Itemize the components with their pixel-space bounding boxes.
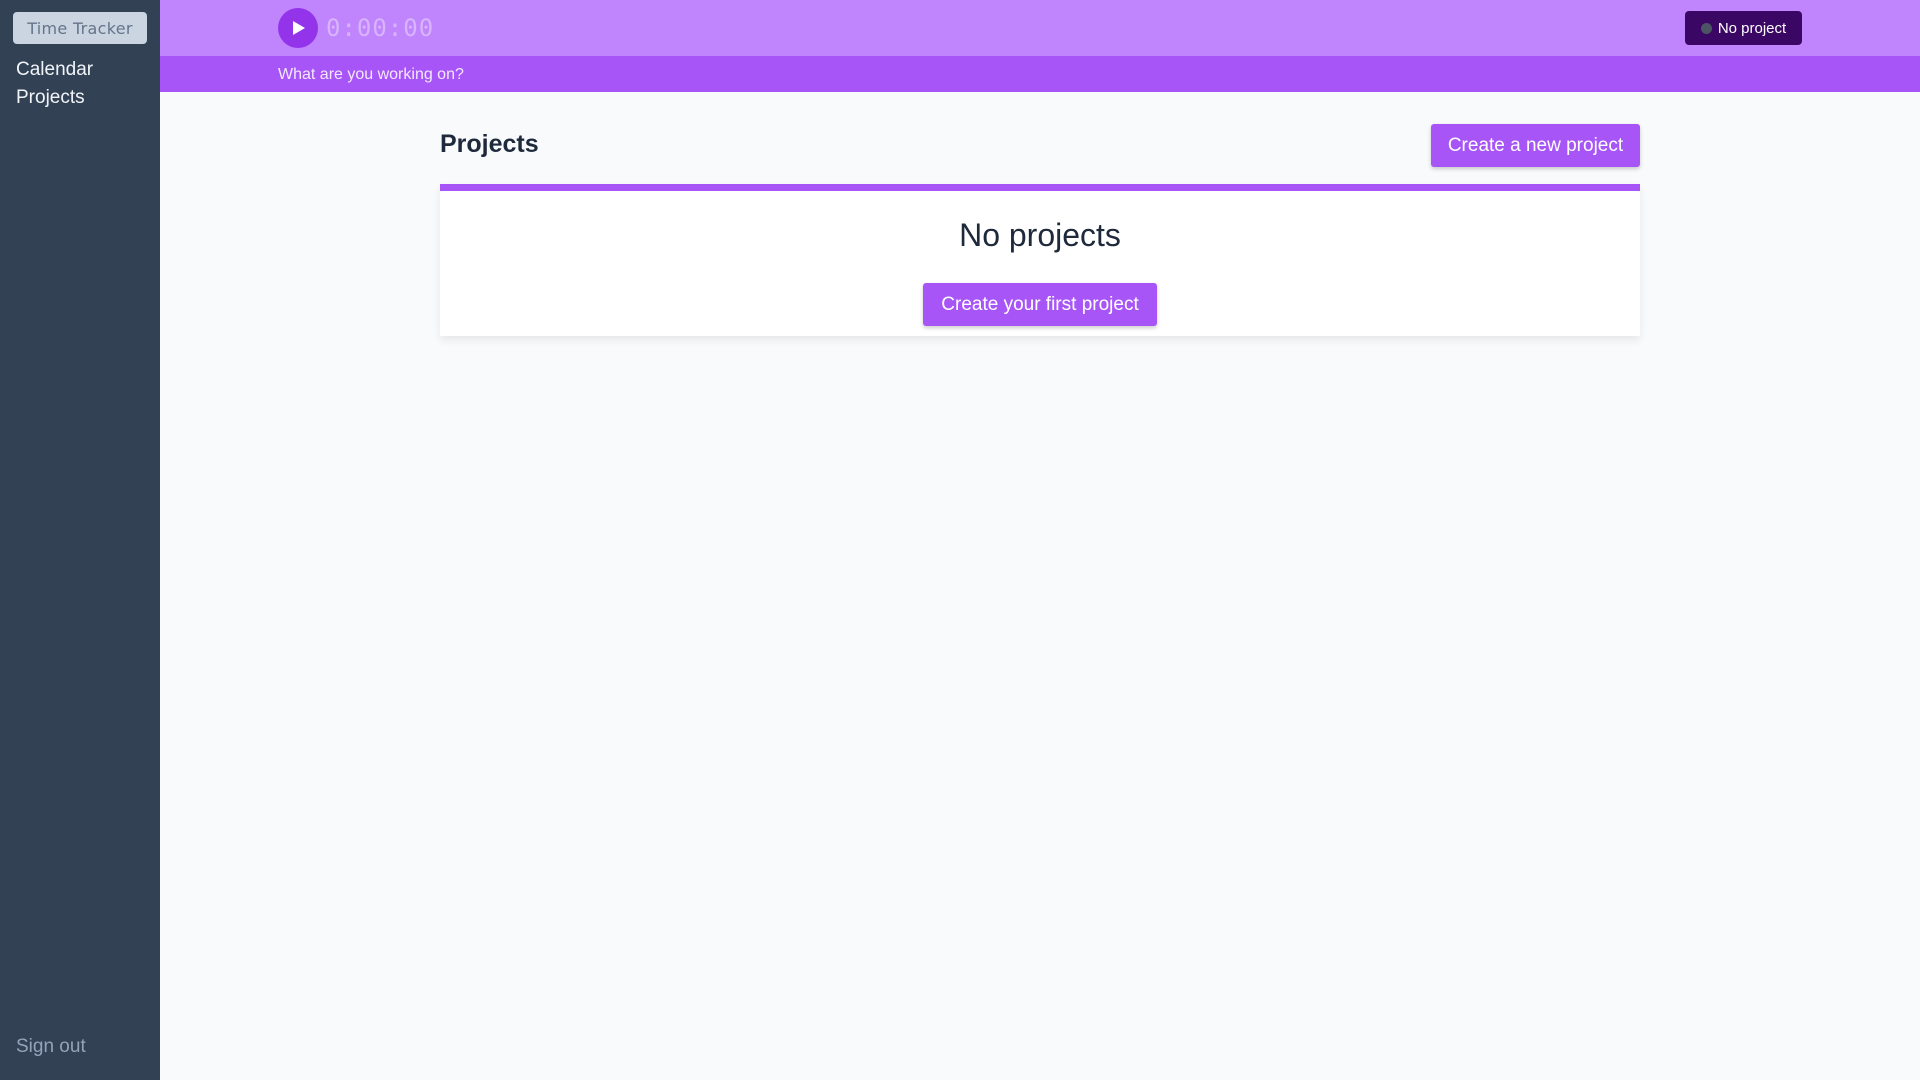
sidebar-nav: Calendar Projects — [16, 56, 93, 112]
create-new-project-button[interactable]: Create a new project — [1431, 124, 1640, 167]
sidebar-item-calendar[interactable]: Calendar — [16, 56, 93, 84]
project-select-button[interactable]: No project — [1685, 11, 1802, 45]
description-bar — [160, 56, 1920, 92]
description-input[interactable] — [278, 64, 878, 86]
play-button[interactable] — [278, 8, 318, 48]
sidebar: Time Tracker Calendar Projects Sign out — [0, 0, 160, 1080]
app-root: Time Tracker Calendar Projects Sign out … — [0, 0, 1920, 1080]
sign-out-link[interactable]: Sign out — [16, 1036, 86, 1058]
status-dot-icon — [1700, 22, 1712, 34]
play-icon — [293, 21, 305, 35]
sidebar-item-projects[interactable]: Projects — [16, 84, 93, 112]
empty-state-card: No projects Create your first project — [440, 184, 1640, 336]
timer-display: 0:00:00 — [326, 14, 435, 42]
page-title: Projects — [440, 130, 539, 158]
create-first-project-button[interactable]: Create your first project — [923, 283, 1157, 326]
timer-bar: 0:00:00 No project — [160, 0, 1920, 56]
app-logo[interactable]: Time Tracker — [13, 12, 147, 44]
project-select-label: No project — [1717, 19, 1787, 37]
empty-state-title: No projects — [959, 217, 1121, 253]
